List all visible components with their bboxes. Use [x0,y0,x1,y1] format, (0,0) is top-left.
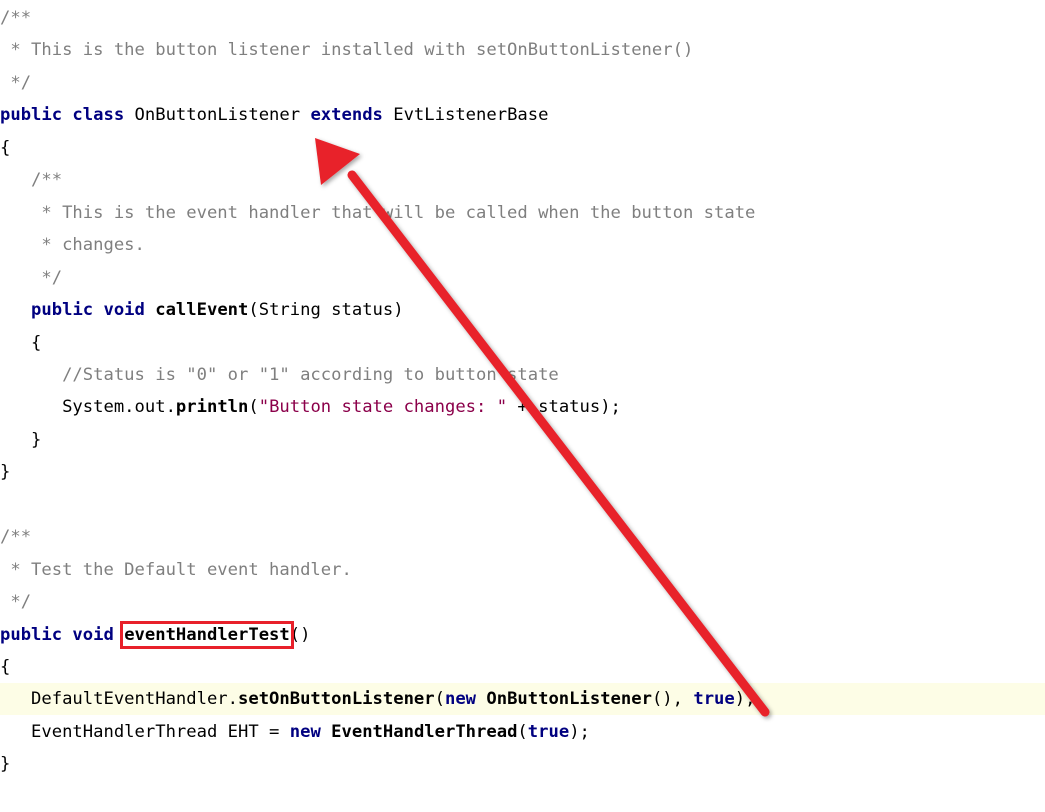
code-line: { [0,132,1045,164]
code-token: "Button state changes: " [258,397,508,418]
code-line: /** [0,164,1045,196]
code-line: EventHandlerThread EHT = new EventHandle… [0,716,1045,748]
code-line: { [0,651,1045,683]
code-token: * changes. [0,235,145,256]
code-line: */ [0,262,1045,294]
code-line: } [0,456,1045,488]
code-token: true [527,721,570,742]
code-token: true [693,689,735,710]
code-token: ( [517,721,528,742]
code-token: /** [0,8,32,28]
code-token: println [175,397,249,418]
code-token: OnButtonListener [486,689,652,710]
code-token: //Status is "0" or "1" according to butt… [0,364,559,385]
code-line: /** [0,2,1045,34]
code-token: + status); [507,397,621,418]
highlighted-method-name: eventHandlerTest [120,620,294,649]
code-line: public void callEvent(String status) [0,294,1045,326]
code-line-highlighted: DefaultEventHandler.setOnButtonListener(… [0,683,1045,716]
code-token: ); [734,689,756,710]
code-token: DefaultEventHandler. [0,689,238,710]
code-line: System.out.println("Button state changes… [0,391,1045,423]
code-line: * This is the button listener installed … [0,34,1045,66]
code-token: public class [0,105,125,126]
code-token: * This is the event handler that will be… [0,202,756,223]
code-line: { [0,327,1045,359]
code-token: callEvent [155,300,249,321]
code-line: */ [0,586,1045,618]
code-token: /** [0,170,63,191]
code-token: } [0,754,11,775]
code-token: ( [434,689,445,710]
code-token: } [0,462,11,483]
code-token: extends [310,105,383,126]
code-line: /** [0,521,1045,553]
code-line: public class OnButtonListener extends Ev… [0,99,1045,131]
code-token: ); [569,721,590,742]
code-token: { [0,137,11,158]
code-token: (String status) [248,300,404,321]
code-token: System.out. [0,397,176,418]
code-line: * changes. [0,229,1045,261]
code-token: * Test the Default event handler. [0,559,352,580]
code-token: new [444,689,477,710]
code-line: public void eventHandlerTest() [0,619,1045,651]
code-token: */ [0,72,32,93]
code-line: * Test the Default event handler. [0,554,1045,586]
code-line: //Status is "0" or "1" according to butt… [0,359,1045,391]
code-token: setOnButtonListener [238,689,435,710]
code-token: () [289,624,311,645]
code-token: */ [0,592,32,613]
code-token: public void [0,624,114,645]
code-token: /** [0,527,32,548]
code-line: } [0,424,1045,456]
code-line: */ [0,67,1045,99]
code-token: OnButtonListener [124,105,311,126]
code-token: new [289,721,321,742]
code-line: * This is the event handler that will be… [0,197,1045,229]
code-token: } [0,429,42,450]
code-token: EventHandlerThread EHT = [0,721,290,742]
code-token: public void [31,300,145,321]
code-token: EvtListenerBase [382,105,549,126]
code-editor: /** * This is the button listener instal… [0,0,1045,812]
code-token: { [0,332,42,353]
code-token: */ [0,267,63,288]
code-token: ( [248,397,259,418]
code-token: { [0,657,11,677]
code-line: } [0,748,1045,780]
code-token: (), [651,689,694,710]
code-token: * This is the button listener installed … [0,40,694,61]
code-token: EventHandlerThread [331,721,518,742]
